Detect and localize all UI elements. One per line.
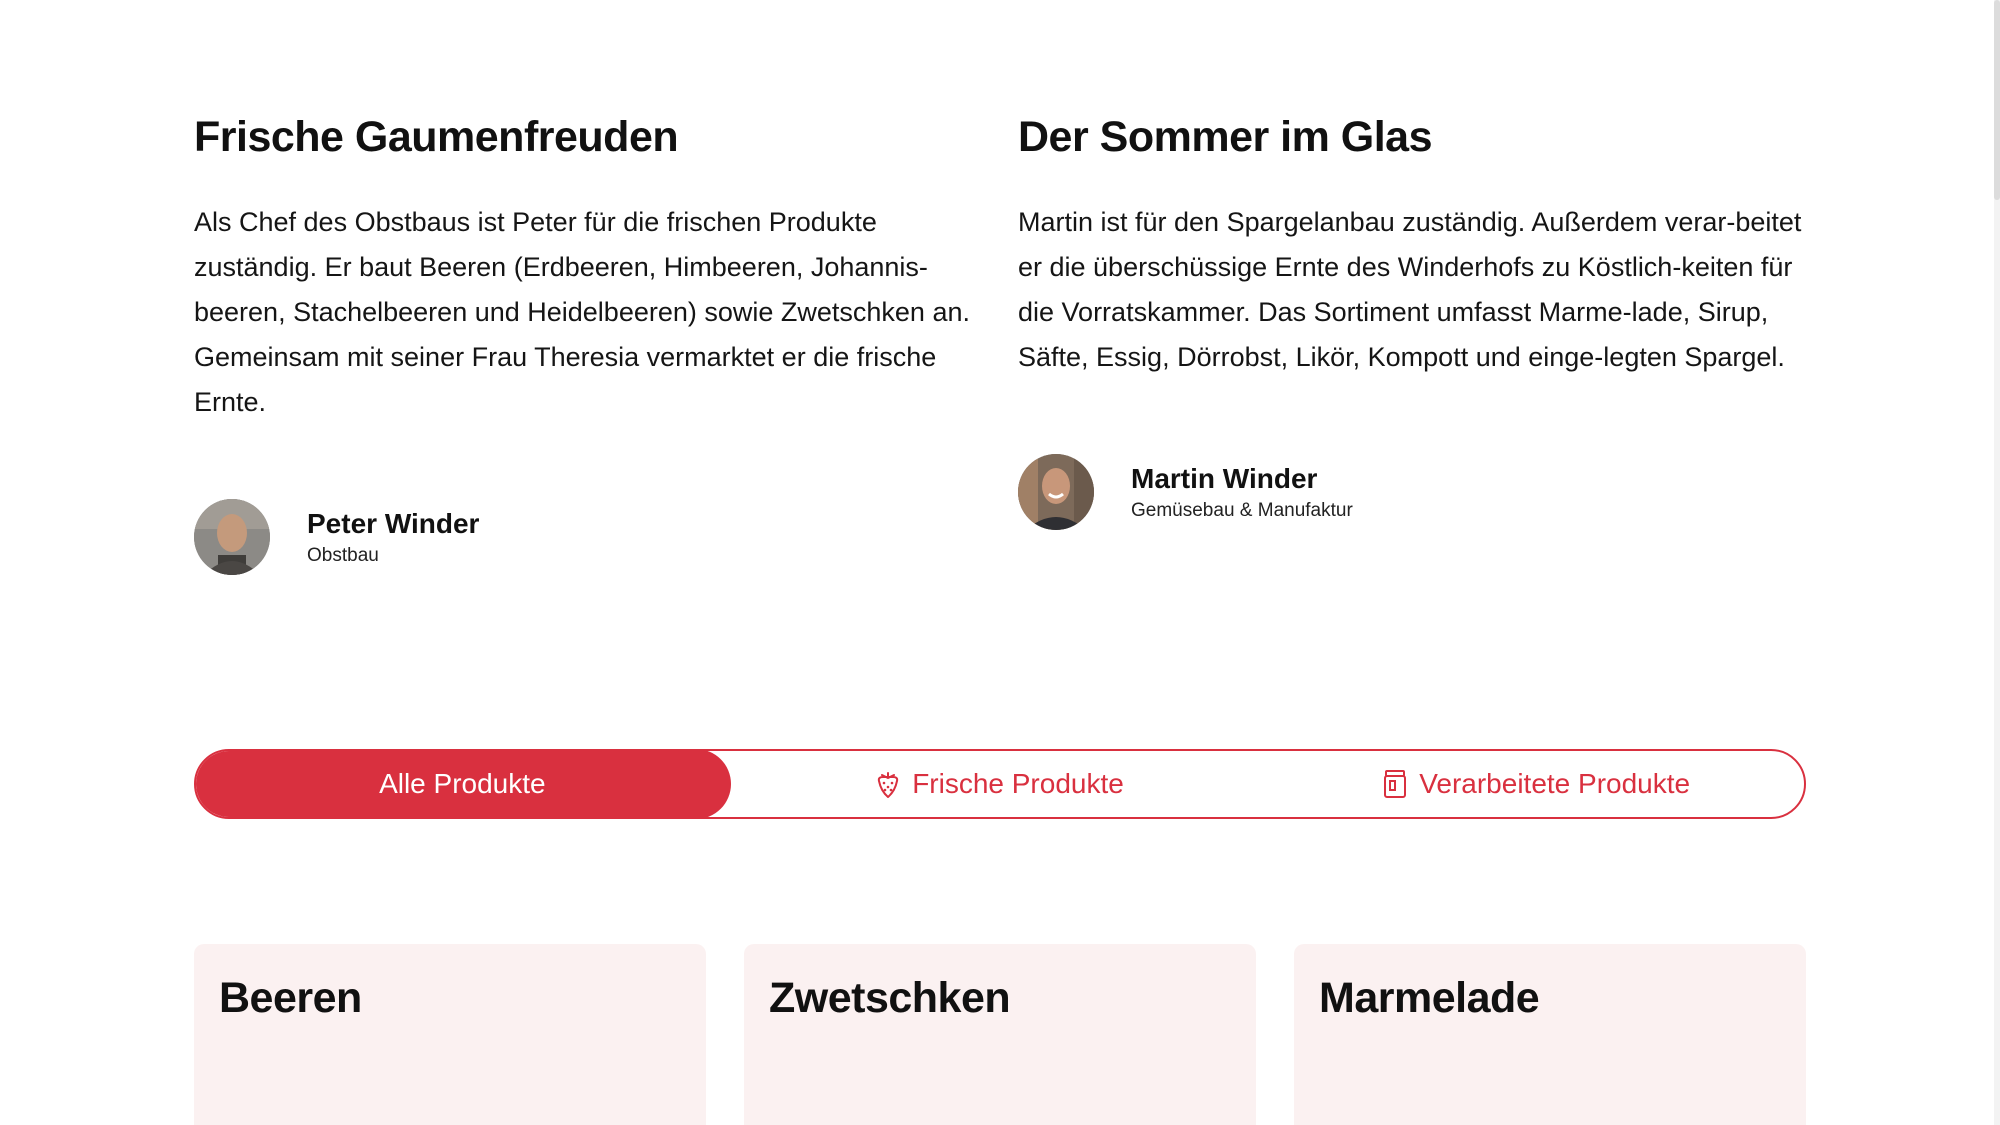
person-name: Peter Winder: [307, 508, 480, 539]
tab-all-products[interactable]: Alle Produkte: [196, 751, 731, 817]
section-text: Als Chef des Obstbaus ist Peter für die …: [194, 207, 970, 417]
person-card: Peter Winder Obstbau: [194, 499, 982, 575]
strawberry-icon: [878, 772, 899, 798]
person-name: Martin Winder: [1131, 463, 1318, 494]
tab-label: Alle Produkte: [379, 768, 546, 799]
product-card-marmelade[interactable]: Marmelade: [1294, 944, 1806, 1125]
section-title: Frische Gaumenfreuden: [194, 113, 679, 161]
avatar: [1018, 454, 1094, 530]
section-text: Martin ist für den Spargelanbau zuständi…: [1018, 207, 1802, 372]
product-card-zwetschken[interactable]: Zwetschken: [744, 944, 1256, 1125]
person-info: Martin Winder Gemüsebau & Manufaktur: [1131, 461, 1353, 523]
person-info: Peter Winder Obstbau: [307, 506, 479, 568]
jar-icon: [1384, 770, 1407, 798]
avatar: [194, 499, 270, 575]
scrollbar[interactable]: [1994, 0, 2000, 1125]
person-card: Martin Winder Gemüsebau & Manufaktur: [1018, 454, 1806, 530]
product-grid: Beeren Zwetschken Marmelade: [194, 944, 1806, 1125]
product-title: Beeren: [219, 974, 362, 1022]
page: Frische Gaumenfreuden Als Chef des Obstb…: [0, 0, 2000, 1125]
intro-left-column: Frische Gaumenfreuden Als Chef des Obstb…: [194, 108, 982, 575]
person-role: Gemüsebau & Manufaktur: [1131, 500, 1353, 521]
product-title: Marmelade: [1319, 974, 1540, 1022]
product-filter: Alle Produkte Frische Produkte Verarbeit…: [194, 749, 1806, 819]
person-role: Obstbau: [307, 545, 379, 566]
tab-label: Frische Produkte: [912, 768, 1124, 799]
intro-section: Frische Gaumenfreuden Als Chef des Obstb…: [194, 108, 1806, 575]
section-title: Der Sommer im Glas: [1018, 113, 1433, 161]
tab-processed-products[interactable]: Verarbeitete Produkte: [1267, 751, 1804, 817]
scrollbar-thumb[interactable]: [1994, 0, 2000, 200]
product-title: Zwetschken: [769, 974, 1011, 1022]
tab-label: Verarbeitete Produkte: [1419, 768, 1691, 799]
tab-fresh-products[interactable]: Frische Produkte: [731, 751, 1268, 817]
intro-right-column: Der Sommer im Glas Martin ist für den Sp…: [1018, 108, 1806, 575]
product-card-beeren[interactable]: Beeren: [194, 944, 706, 1125]
